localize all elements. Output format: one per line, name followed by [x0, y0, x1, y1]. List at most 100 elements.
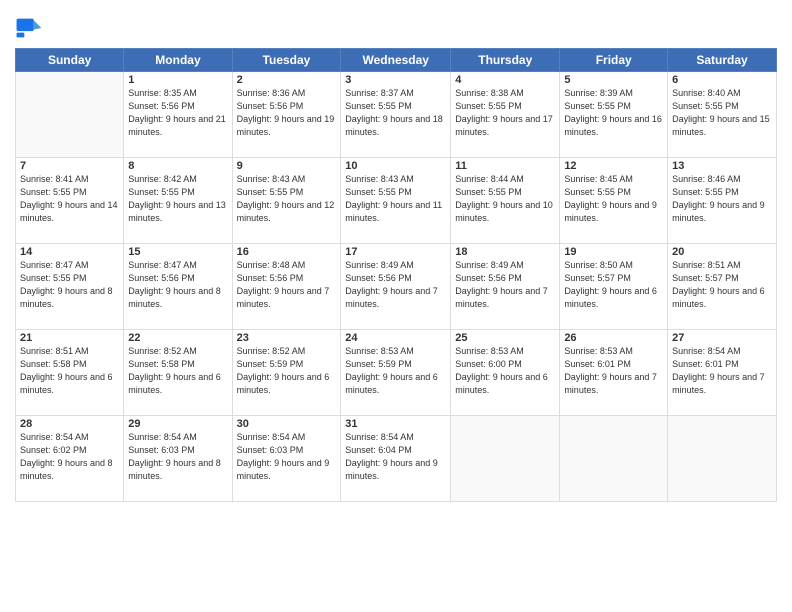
day-info: Sunrise: 8:49 AMSunset: 5:56 PMDaylight:… — [345, 259, 446, 311]
calendar-cell: 28Sunrise: 8:54 AMSunset: 6:02 PMDayligh… — [16, 416, 124, 502]
day-info: Sunrise: 8:52 AMSunset: 5:58 PMDaylight:… — [128, 345, 227, 397]
day-info: Sunrise: 8:49 AMSunset: 5:56 PMDaylight:… — [455, 259, 555, 311]
weekday-header-cell: Sunday — [16, 49, 124, 72]
weekday-header-cell: Saturday — [668, 49, 777, 72]
weekday-header-cell: Friday — [560, 49, 668, 72]
day-info: Sunrise: 8:47 AMSunset: 5:56 PMDaylight:… — [128, 259, 227, 311]
day-info: Sunrise: 8:41 AMSunset: 5:55 PMDaylight:… — [20, 173, 119, 225]
calendar-cell: 25Sunrise: 8:53 AMSunset: 6:00 PMDayligh… — [451, 330, 560, 416]
day-number: 31 — [345, 418, 446, 430]
calendar-cell: 23Sunrise: 8:52 AMSunset: 5:59 PMDayligh… — [232, 330, 341, 416]
calendar-cell: 3Sunrise: 8:37 AMSunset: 5:55 PMDaylight… — [341, 72, 451, 158]
calendar-cell: 30Sunrise: 8:54 AMSunset: 6:03 PMDayligh… — [232, 416, 341, 502]
day-number: 1 — [128, 74, 227, 86]
day-number: 16 — [237, 246, 337, 258]
day-number: 22 — [128, 332, 227, 344]
weekday-header-cell: Tuesday — [232, 49, 341, 72]
day-number: 29 — [128, 418, 227, 430]
day-number: 24 — [345, 332, 446, 344]
calendar-week-row: 28Sunrise: 8:54 AMSunset: 6:02 PMDayligh… — [16, 416, 777, 502]
calendar-cell: 5Sunrise: 8:39 AMSunset: 5:55 PMDaylight… — [560, 72, 668, 158]
calendar-cell: 16Sunrise: 8:48 AMSunset: 5:56 PMDayligh… — [232, 244, 341, 330]
calendar-cell — [560, 416, 668, 502]
calendar-cell: 18Sunrise: 8:49 AMSunset: 5:56 PMDayligh… — [451, 244, 560, 330]
day-info: Sunrise: 8:43 AMSunset: 5:55 PMDaylight:… — [237, 173, 337, 225]
day-number: 15 — [128, 246, 227, 258]
calendar-cell — [451, 416, 560, 502]
calendar-cell — [16, 72, 124, 158]
day-number: 11 — [455, 160, 555, 172]
day-number: 13 — [672, 160, 772, 172]
weekday-header-cell: Monday — [124, 49, 232, 72]
calendar-cell: 21Sunrise: 8:51 AMSunset: 5:58 PMDayligh… — [16, 330, 124, 416]
day-number: 27 — [672, 332, 772, 344]
day-info: Sunrise: 8:54 AMSunset: 6:03 PMDaylight:… — [237, 431, 337, 483]
weekday-header-cell: Wednesday — [341, 49, 451, 72]
day-info: Sunrise: 8:43 AMSunset: 5:55 PMDaylight:… — [345, 173, 446, 225]
calendar-cell: 9Sunrise: 8:43 AMSunset: 5:55 PMDaylight… — [232, 158, 341, 244]
day-info: Sunrise: 8:45 AMSunset: 5:55 PMDaylight:… — [564, 173, 663, 225]
day-number: 10 — [345, 160, 446, 172]
day-info: Sunrise: 8:54 AMSunset: 6:02 PMDaylight:… — [20, 431, 119, 483]
day-info: Sunrise: 8:54 AMSunset: 6:01 PMDaylight:… — [672, 345, 772, 397]
day-number: 5 — [564, 74, 663, 86]
calendar-cell: 19Sunrise: 8:50 AMSunset: 5:57 PMDayligh… — [560, 244, 668, 330]
calendar-cell: 10Sunrise: 8:43 AMSunset: 5:55 PMDayligh… — [341, 158, 451, 244]
calendar-cell: 13Sunrise: 8:46 AMSunset: 5:55 PMDayligh… — [668, 158, 777, 244]
calendar-cell: 17Sunrise: 8:49 AMSunset: 5:56 PMDayligh… — [341, 244, 451, 330]
day-info: Sunrise: 8:44 AMSunset: 5:55 PMDaylight:… — [455, 173, 555, 225]
day-number: 19 — [564, 246, 663, 258]
day-info: Sunrise: 8:53 AMSunset: 5:59 PMDaylight:… — [345, 345, 446, 397]
day-number: 30 — [237, 418, 337, 430]
day-info: Sunrise: 8:52 AMSunset: 5:59 PMDaylight:… — [237, 345, 337, 397]
day-info: Sunrise: 8:54 AMSunset: 6:03 PMDaylight:… — [128, 431, 227, 483]
day-number: 28 — [20, 418, 119, 430]
calendar-cell: 1Sunrise: 8:35 AMSunset: 5:56 PMDaylight… — [124, 72, 232, 158]
calendar-cell: 24Sunrise: 8:53 AMSunset: 5:59 PMDayligh… — [341, 330, 451, 416]
day-number: 3 — [345, 74, 446, 86]
day-info: Sunrise: 8:47 AMSunset: 5:55 PMDaylight:… — [20, 259, 119, 311]
calendar-week-row: 7Sunrise: 8:41 AMSunset: 5:55 PMDaylight… — [16, 158, 777, 244]
day-info: Sunrise: 8:36 AMSunset: 5:56 PMDaylight:… — [237, 87, 337, 139]
calendar-week-row: 21Sunrise: 8:51 AMSunset: 5:58 PMDayligh… — [16, 330, 777, 416]
calendar-cell: 6Sunrise: 8:40 AMSunset: 5:55 PMDaylight… — [668, 72, 777, 158]
day-number: 21 — [20, 332, 119, 344]
weekday-header-row: SundayMondayTuesdayWednesdayThursdayFrid… — [16, 49, 777, 72]
calendar-cell: 27Sunrise: 8:54 AMSunset: 6:01 PMDayligh… — [668, 330, 777, 416]
calendar-cell — [668, 416, 777, 502]
day-info: Sunrise: 8:51 AMSunset: 5:58 PMDaylight:… — [20, 345, 119, 397]
day-info: Sunrise: 8:46 AMSunset: 5:55 PMDaylight:… — [672, 173, 772, 225]
day-info: Sunrise: 8:38 AMSunset: 5:55 PMDaylight:… — [455, 87, 555, 139]
calendar-cell: 31Sunrise: 8:54 AMSunset: 6:04 PMDayligh… — [341, 416, 451, 502]
logo — [15, 14, 45, 42]
day-number: 2 — [237, 74, 337, 86]
calendar-cell: 4Sunrise: 8:38 AMSunset: 5:55 PMDaylight… — [451, 72, 560, 158]
day-info: Sunrise: 8:54 AMSunset: 6:04 PMDaylight:… — [345, 431, 446, 483]
calendar-table: SundayMondayTuesdayWednesdayThursdayFrid… — [15, 48, 777, 502]
calendar-cell: 29Sunrise: 8:54 AMSunset: 6:03 PMDayligh… — [124, 416, 232, 502]
day-number: 9 — [237, 160, 337, 172]
weekday-header-cell: Thursday — [451, 49, 560, 72]
day-number: 26 — [564, 332, 663, 344]
calendar-cell: 11Sunrise: 8:44 AMSunset: 5:55 PMDayligh… — [451, 158, 560, 244]
calendar-week-row: 14Sunrise: 8:47 AMSunset: 5:55 PMDayligh… — [16, 244, 777, 330]
day-number: 23 — [237, 332, 337, 344]
day-number: 4 — [455, 74, 555, 86]
calendar-cell: 8Sunrise: 8:42 AMSunset: 5:55 PMDaylight… — [124, 158, 232, 244]
day-info: Sunrise: 8:37 AMSunset: 5:55 PMDaylight:… — [345, 87, 446, 139]
calendar-cell: 22Sunrise: 8:52 AMSunset: 5:58 PMDayligh… — [124, 330, 232, 416]
calendar-week-row: 1Sunrise: 8:35 AMSunset: 5:56 PMDaylight… — [16, 72, 777, 158]
day-number: 12 — [564, 160, 663, 172]
logo-icon — [15, 14, 43, 42]
day-number: 18 — [455, 246, 555, 258]
day-info: Sunrise: 8:50 AMSunset: 5:57 PMDaylight:… — [564, 259, 663, 311]
day-number: 25 — [455, 332, 555, 344]
day-number: 20 — [672, 246, 772, 258]
day-number: 7 — [20, 160, 119, 172]
header — [15, 10, 777, 42]
day-info: Sunrise: 8:42 AMSunset: 5:55 PMDaylight:… — [128, 173, 227, 225]
day-info: Sunrise: 8:39 AMSunset: 5:55 PMDaylight:… — [564, 87, 663, 139]
day-number: 8 — [128, 160, 227, 172]
calendar-cell: 26Sunrise: 8:53 AMSunset: 6:01 PMDayligh… — [560, 330, 668, 416]
day-number: 6 — [672, 74, 772, 86]
